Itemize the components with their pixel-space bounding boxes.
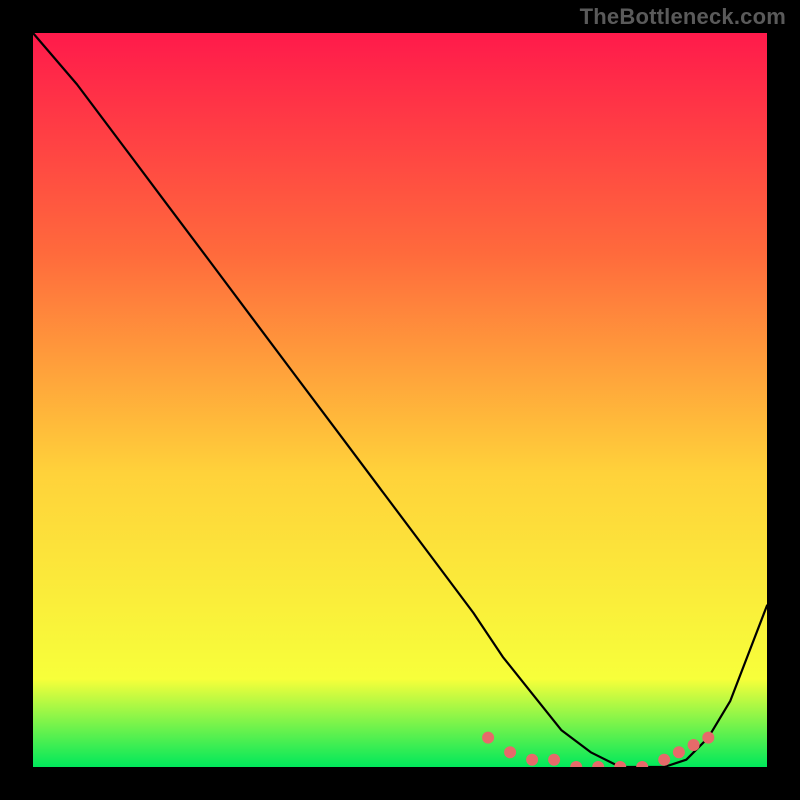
- chart-plot-area: [33, 33, 767, 767]
- chart-marker: [526, 754, 538, 766]
- chart-marker: [658, 754, 670, 766]
- chart-marker: [482, 732, 494, 744]
- chart-marker: [548, 754, 560, 766]
- chart-marker: [688, 739, 700, 751]
- chart-marker: [504, 746, 516, 758]
- chart-stage: TheBottleneck.com: [0, 0, 800, 800]
- chart-background: [33, 33, 767, 767]
- chart-svg: [33, 33, 767, 767]
- watermark-label: TheBottleneck.com: [580, 4, 786, 30]
- chart-marker: [673, 746, 685, 758]
- chart-marker: [702, 732, 714, 744]
